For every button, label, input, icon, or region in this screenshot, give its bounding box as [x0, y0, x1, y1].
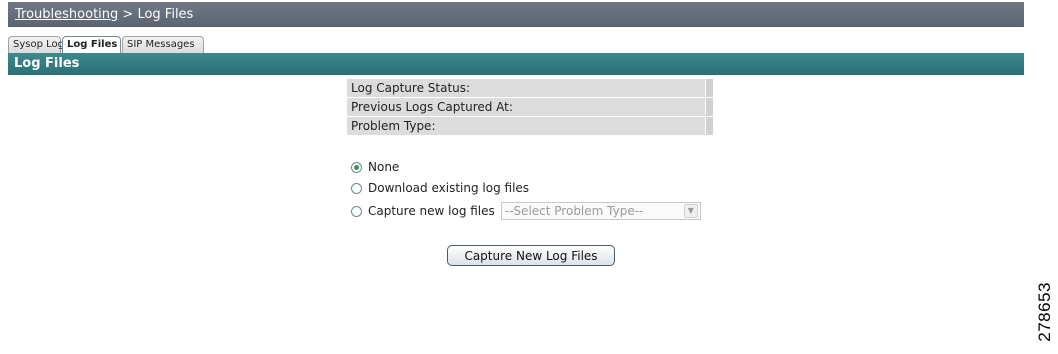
option-label: Download existing log files [368, 181, 530, 195]
app: Troubleshooting > Log Files Sysop Log Lo… [0, 0, 1024, 354]
option-label: Capture new log files [368, 204, 495, 218]
section-header: Log Files [8, 53, 1024, 75]
tab-sip-messages[interactable]: SIP Messages [122, 36, 204, 53]
status-value [704, 97, 713, 117]
table-row: Log Capture Status: [347, 79, 713, 98]
breadcrumb: Troubleshooting > Log Files [8, 2, 1024, 27]
breadcrumb-link-troubleshooting[interactable]: Troubleshooting [15, 7, 118, 22]
problem-type-select[interactable]: --Select Problem Type-- ▼ [500, 202, 701, 220]
breadcrumb-current: Log Files [137, 7, 194, 22]
option-label: None [368, 160, 400, 174]
status-label: Previous Logs Captured At: [347, 97, 706, 117]
tab-log-files[interactable]: Log Files [62, 36, 121, 53]
tab-sysop-log[interactable]: Sysop Log [8, 36, 64, 53]
status-value [704, 79, 713, 98]
capture-new-log-files-button[interactable]: Capture New Log Files [447, 245, 615, 266]
radio-capture-new[interactable] [351, 205, 362, 217]
chevron-down-icon[interactable]: ▼ [683, 204, 698, 218]
table-row: Problem Type: [347, 116, 713, 136]
status-label: Log Capture Status: [347, 79, 706, 98]
table-row: Previous Logs Captured At: [347, 97, 713, 117]
select-value: --Select Problem Type-- [504, 204, 644, 218]
status-label: Problem Type: [347, 116, 706, 136]
option-capture-new[interactable]: Capture new log files --Select Problem T… [351, 202, 701, 220]
radio-download-existing[interactable] [351, 182, 362, 194]
log-status-table: Log Capture Status: Previous Logs Captur… [347, 79, 713, 136]
figure-id: 278653 [1035, 282, 1054, 342]
option-none[interactable]: None [351, 158, 399, 176]
status-value [704, 116, 713, 136]
option-download-existing[interactable]: Download existing log files [351, 179, 529, 197]
breadcrumb-separator: > [122, 7, 134, 22]
radio-none[interactable] [351, 161, 362, 173]
